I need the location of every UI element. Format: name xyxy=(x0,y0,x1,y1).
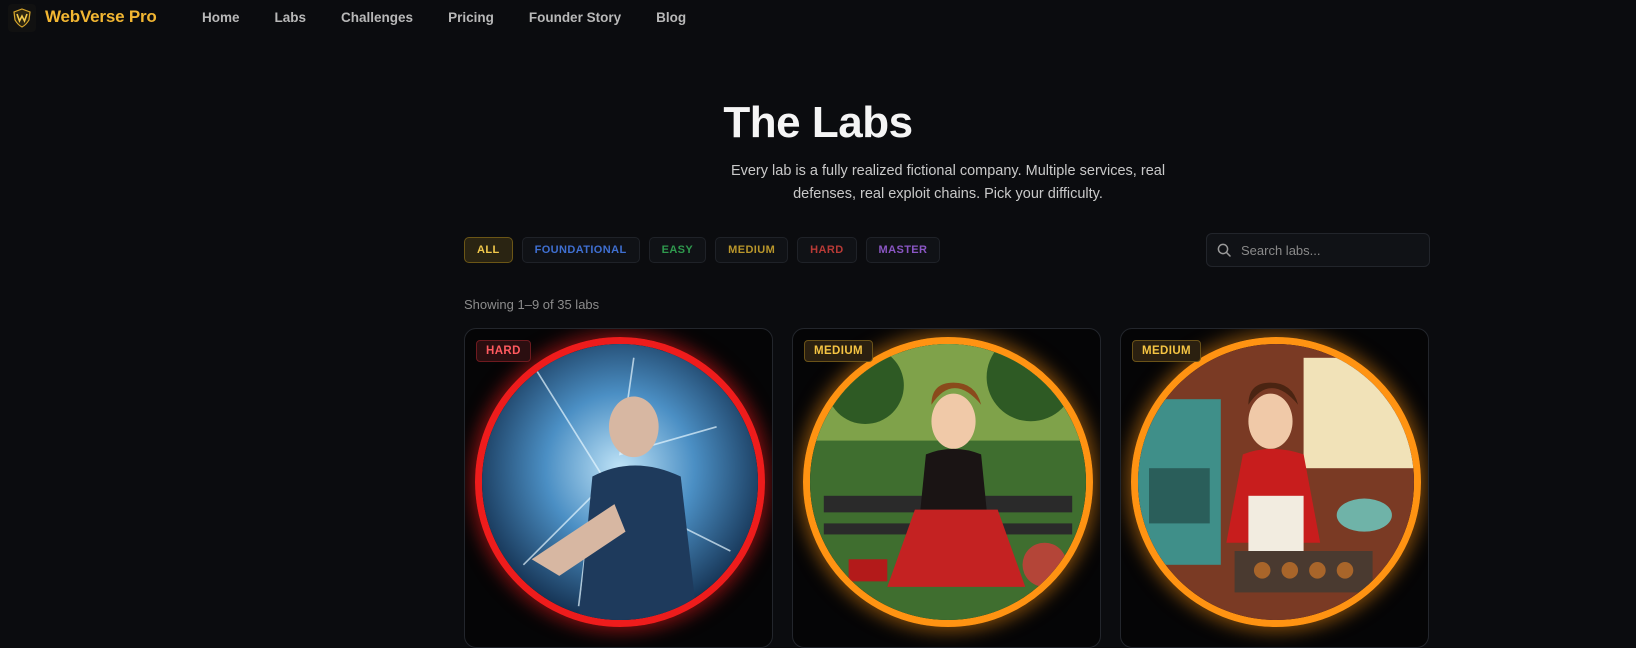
lab-card[interactable]: MEDIUM xyxy=(792,328,1101,648)
filter-foundational[interactable]: FOUNDATIONAL xyxy=(521,237,640,263)
filter-all[interactable]: ALL xyxy=(464,237,513,263)
lab-image-pinup-baking xyxy=(1131,337,1421,627)
nav-link-blog[interactable]: Blog xyxy=(656,10,686,25)
filter-hard[interactable]: HARD xyxy=(797,237,857,263)
difficulty-filters: ALL FOUNDATIONAL EASY MEDIUM HARD MASTER xyxy=(464,237,949,263)
filter-easy[interactable]: EASY xyxy=(648,237,707,263)
top-navbar: WebVerse Pro Home Labs Challenges Pricin… xyxy=(0,0,1636,36)
difficulty-badge: MEDIUM xyxy=(1132,340,1202,362)
filter-master[interactable]: MASTER xyxy=(865,237,941,263)
search-icon xyxy=(1217,243,1231,257)
nav-links: Home Labs Challenges Pricing Founder Sto… xyxy=(202,10,721,25)
filter-medium[interactable]: MEDIUM xyxy=(715,237,789,263)
lab-card[interactable]: MEDIUM xyxy=(1120,328,1429,648)
nav-link-home[interactable]: Home xyxy=(202,10,240,25)
crest-icon[interactable] xyxy=(8,4,36,32)
difficulty-badge: MEDIUM xyxy=(804,340,874,362)
nav-link-labs[interactable]: Labs xyxy=(275,10,307,25)
results-count: Showing 1–9 of 35 labs xyxy=(464,297,600,312)
page-title: The Labs xyxy=(723,98,913,147)
search-input[interactable] xyxy=(1239,241,1413,259)
lab-card[interactable]: HARD xyxy=(464,328,773,648)
difficulty-badge: HARD xyxy=(476,340,531,362)
nav-link-pricing[interactable]: Pricing xyxy=(448,10,494,25)
page-subtitle: Every lab is a fully realized fictional … xyxy=(730,163,1166,202)
search-box[interactable] xyxy=(1206,233,1430,267)
lab-image-ice-man xyxy=(475,337,765,627)
nav-link-founder-story[interactable]: Founder Story xyxy=(529,10,621,25)
nav-link-challenges[interactable]: Challenges xyxy=(341,10,413,25)
lab-image-pinup-phone xyxy=(803,337,1093,627)
brand-name[interactable]: WebVerse Pro xyxy=(45,7,157,27)
